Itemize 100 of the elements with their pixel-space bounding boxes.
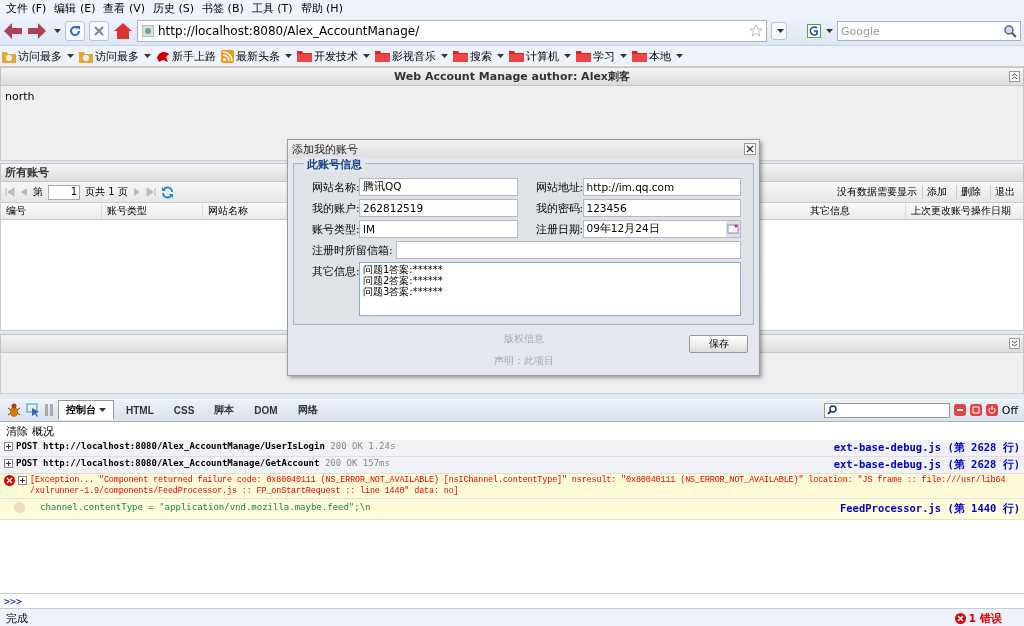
folder-icon [576,50,591,62]
panel-title: Web Account Manage author: Alex刺客 [0,67,1024,87]
toolbar-button[interactable]: 概况 [32,423,54,439]
menu-item[interactable]: 文件 (F) [2,1,51,16]
text-field[interactable]: http://im.qq.com [582,178,741,196]
column-header[interactable]: 上次更改账号操作日期 [906,203,1023,220]
expand-icon[interactable] [18,476,27,485]
inspect-icon[interactable] [26,403,40,417]
history-dropdown-button[interactable] [771,22,787,40]
log-message[interactable]: POST http://localhost:8080/Alex_AccountManage/UserIsLogin 200 OK 1.24s [16,441,831,452]
date-field[interactable]: 09年12月24日 [582,220,741,238]
error-count[interactable]: 1 错误 [968,611,1002,626]
folder-icon [2,49,16,63]
log-message[interactable]: POST http://localhost:8080/Alex_AccountManage/GetAccount 200 OK 157ms [16,458,831,469]
detach-icon[interactable] [969,404,982,416]
toolbar-button[interactable]: 退出 [995,186,1015,198]
menu-item[interactable]: 工具 (T) [247,1,297,16]
column-header[interactable]: 账号类型 [102,203,203,220]
search-icon[interactable] [1004,24,1017,38]
folder-icon [632,50,647,62]
dialog-title: 添加我的账号 [292,141,358,157]
panel-tab[interactable]: 网络 [289,400,326,420]
stop-icon[interactable] [94,26,104,36]
text-field[interactable]: 123456 [582,199,741,217]
bookmark-item[interactable]: 访问最多 [18,48,62,64]
caret-icon[interactable] [144,54,151,58]
power-icon[interactable] [985,404,998,416]
bookmark-item[interactable]: 计算机 [526,48,559,64]
menu-item[interactable]: 查看 (V) [99,1,150,16]
menu-item[interactable]: 编辑 (E) [50,1,100,16]
pager-label: 页共 1 页 [85,185,128,200]
text-field[interactable]: 腾讯QQ [359,178,518,196]
caret-icon[interactable] [826,29,833,33]
caret-icon[interactable] [54,29,61,33]
bookmark-item[interactable]: 搜索 [470,48,492,64]
toolbar-button[interactable]: 删除 [961,186,981,198]
bookmark-item[interactable]: 学习 [593,48,615,64]
panel-tab[interactable]: HTML [118,401,162,419]
bookmark-item[interactable]: 开发技术 [314,48,358,64]
toolbar-button[interactable]: 添加 [927,186,947,198]
expand-icon[interactable] [4,442,13,451]
caret-icon[interactable] [363,54,370,58]
minimize-icon[interactable] [953,404,966,416]
caret-icon[interactable] [99,408,106,412]
collapse-icon[interactable] [1009,71,1020,82]
bookmark-item[interactable]: 影视音乐 [392,48,436,64]
save-button[interactable]: 保存 [689,335,748,353]
page-number-field[interactable]: 1 [48,184,80,200]
menu-item[interactable]: 历史 (S) [149,1,199,16]
fieldset-legend: 此账号信息 [304,157,365,172]
panel-tab[interactable]: 控制台 [58,400,114,420]
column-header[interactable]: 其它信息 [805,203,906,220]
caret-icon[interactable] [620,54,627,58]
panel-tab[interactable]: 脚本 [206,400,243,420]
bookmark-item[interactable]: 新手上路 [172,48,216,64]
star-icon[interactable] [750,25,762,37]
caret-icon[interactable] [441,54,448,58]
caret-icon[interactable] [285,54,292,58]
expand-icon[interactable] [4,459,13,468]
bookmark-item[interactable]: 本地 [649,48,671,64]
folder-icon [509,50,524,62]
menu-item[interactable]: 书签 (B) [198,1,248,16]
source-link[interactable]: ext-base-debug.js (第 2628 行) [833,458,1020,472]
column-header[interactable]: 编号 [1,203,102,220]
google-engine-icon[interactable] [807,24,821,38]
paging-status: 没有数据需要显示 [837,185,917,200]
close-button[interactable] [744,143,756,155]
panel-tab[interactable]: CSS [165,401,203,419]
caret-icon[interactable] [564,54,571,58]
calendar-icon[interactable] [726,221,740,237]
source-link[interactable]: FeedProcessor.js (第 1440 行) [839,502,1020,516]
text-field[interactable]: 262812519 [359,199,518,217]
bug-icon[interactable] [6,402,22,418]
text-area[interactable]: 问题1答案:****** 问题2答案:****** 问题3答案:****** [359,262,741,316]
text-field[interactable]: IM [359,220,518,238]
folder-icon [79,49,93,63]
log-message: channel.contentType = "application/vnd.mozilla.maybe.feed";\n [40,502,372,513]
bookmark-item[interactable]: 访问最多 [95,48,139,64]
bookmark-item[interactable]: 最新头条 [236,48,280,64]
folder-icon [375,50,390,62]
home-icon[interactable] [113,22,133,40]
back-icon[interactable] [3,22,23,40]
toolbar-button[interactable]: 清除 [6,423,28,439]
search-icon [826,405,837,415]
expand-icon[interactable] [1009,338,1020,350]
caret-icon[interactable] [777,29,784,33]
stop-button[interactable] [89,21,109,41]
email-field[interactable] [396,241,741,259]
panel-tab[interactable]: DOM [246,401,286,419]
source-link[interactable]: ext-base-debug.js (第 2628 行) [833,441,1020,455]
address-bar[interactable]: http://localhost:8080/Alex_AccountManage/ [137,20,767,42]
caret-icon[interactable] [67,54,74,58]
folder-icon [297,50,312,62]
forward-icon[interactable] [27,22,47,40]
caret-icon[interactable] [497,54,504,58]
caret-icon[interactable] [676,54,683,58]
refresh-icon[interactable] [160,185,174,199]
menu-item[interactable]: 帮助 (H) [296,1,347,16]
search-field[interactable] [823,402,950,418]
feed-icon [221,49,234,63]
